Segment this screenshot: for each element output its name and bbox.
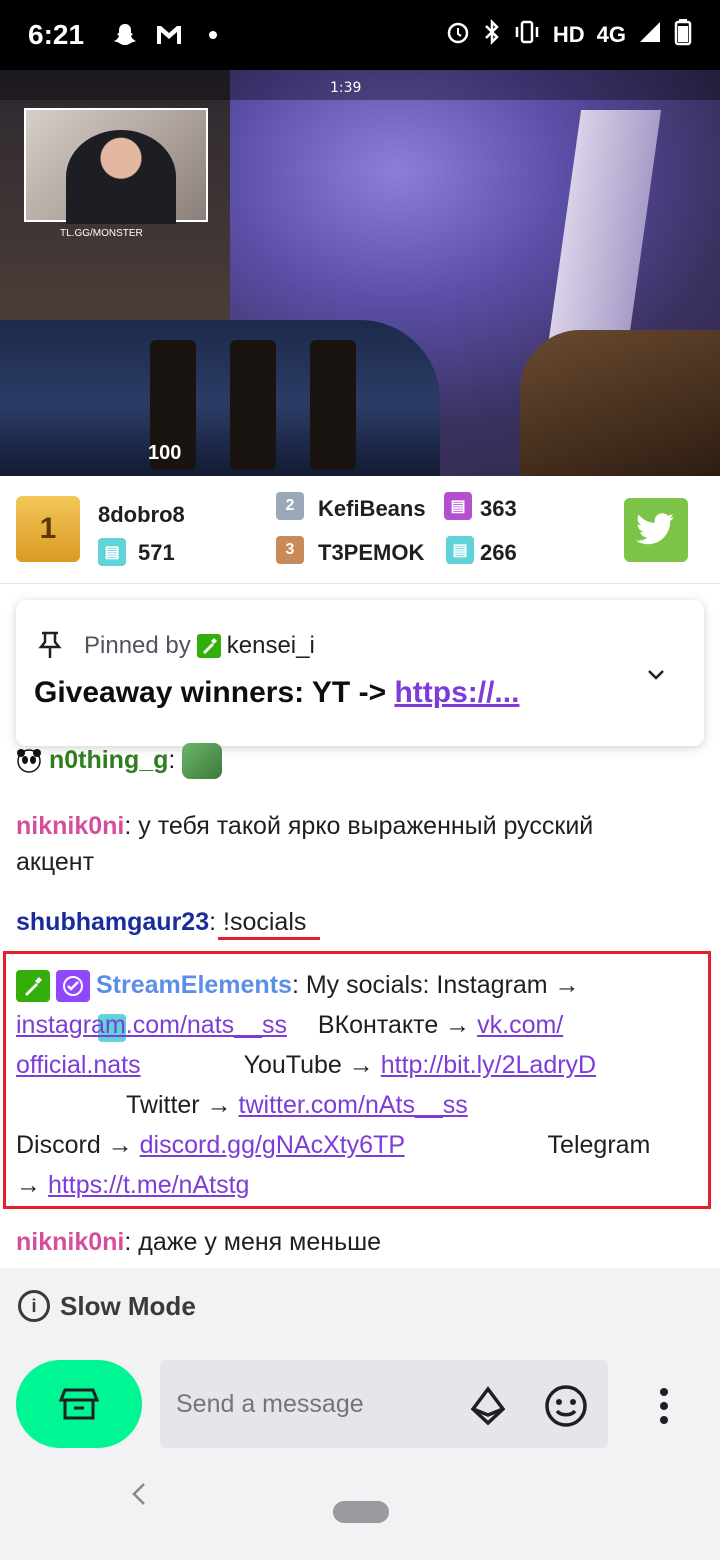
- bits-leaderboard: 1 8dobro8 ▤ 571 2 KefiBeans ▤ 363 3 T3PE…: [0, 476, 720, 1042]
- game-health: 100: [148, 442, 182, 464]
- chat-text: акцент: [16, 848, 95, 876]
- pinned-by: Pinned by kensei_i: [84, 632, 315, 660]
- pinned-message-card[interactable]: Pinned by kensei_i Giveaway winners: YT …: [16, 600, 704, 746]
- youtube-label: YouTube →: [243, 1051, 374, 1079]
- game-round-clock: 1:39: [330, 80, 362, 96]
- signal-icon: [638, 20, 662, 50]
- verified-bot-badge-icon: [56, 970, 90, 1003]
- gift-icon: ▤: [444, 492, 472, 520]
- youtube-link[interactable]: http://bit.ly/2LadryD: [381, 1051, 596, 1079]
- leader-3-name: T3PEMOK: [318, 540, 425, 565]
- vibrate-icon: [513, 19, 541, 51]
- rank-2-number: 2: [285, 497, 295, 514]
- bits-icon[interactable]: [468, 1386, 508, 1426]
- leader-1-name: 8dobro8: [98, 502, 185, 527]
- vk-label: ВКонтакте →: [317, 1011, 471, 1039]
- video-scene-arm: [0, 320, 440, 476]
- highlight-underline: [218, 937, 320, 940]
- chat-username[interactable]: n0thing_g: [49, 746, 168, 774]
- video-scene-band: [230, 340, 276, 470]
- emote-icon[interactable]: [544, 1384, 588, 1428]
- chevron-down-icon[interactable]: [644, 662, 668, 686]
- chat-username[interactable]: StreamElements: [96, 971, 292, 999]
- pinned-message-link[interactable]: https://...: [394, 676, 519, 709]
- rank-3-number: 3: [285, 541, 295, 558]
- chat-separator: :: [168, 746, 176, 774]
- twitter-button[interactable]: [624, 498, 688, 562]
- gift-rank-1-icon: 1: [16, 496, 80, 562]
- gift-icon: ▤: [446, 536, 474, 564]
- vk-link-continued[interactable]: official.nats: [16, 1051, 141, 1079]
- discord-label: Discord →: [16, 1131, 133, 1159]
- panda-badge-icon: [16, 748, 42, 774]
- store-icon: [59, 1388, 99, 1420]
- chat-text: My socials: Instagram →: [298, 971, 580, 999]
- streamer-figure: [66, 130, 176, 224]
- telegram-arrow: →: [16, 1171, 41, 1199]
- network-type: HD: [552, 22, 585, 47]
- gmail-icon: [154, 20, 184, 50]
- chat-text: !socials: [216, 908, 307, 936]
- home-pill[interactable]: [333, 1501, 389, 1523]
- pinner-username[interactable]: kensei_i: [227, 632, 315, 660]
- back-icon[interactable]: [128, 1480, 152, 1505]
- snapchat-icon: [110, 20, 140, 50]
- pinned-message-text: Giveaway winners: YT -> https://...: [34, 676, 519, 710]
- chat-separator: :: [291, 971, 299, 999]
- gift-rank-3-icon: 3: [276, 536, 304, 564]
- chat-message: n0thing_g:: [16, 742, 223, 780]
- signal-type: 4G: [596, 22, 626, 47]
- telegram-link[interactable]: https://t.me/nAtstg: [48, 1171, 249, 1199]
- pinned-by-label: Pinned by: [84, 632, 191, 659]
- telegram-label: Telegram: [547, 1131, 651, 1159]
- pin-icon: [36, 630, 64, 660]
- battery-icon: [674, 18, 692, 52]
- slow-mode-label: Slow Mode: [60, 1290, 196, 1321]
- chat-message: niknik0ni: у тебя такой ярко выраженный …: [16, 808, 593, 880]
- pepe-emote-icon: [182, 743, 223, 780]
- status-bar: 6:21 HD 4G: [0, 0, 720, 70]
- twitter-label: Twitter →: [126, 1091, 232, 1119]
- chat-text: даже у меня меньше: [131, 1228, 382, 1256]
- slow-mode-indicator: i Slow Mode: [18, 1290, 196, 1322]
- bluetooth-icon: [483, 18, 501, 51]
- chat-username[interactable]: shubhamgaur23: [16, 908, 209, 936]
- leader-3-count: 266: [480, 540, 517, 565]
- rank-1-number: 1: [39, 512, 57, 545]
- twitter-link[interactable]: twitter.com/nAts__ss: [239, 1091, 468, 1119]
- video-scene-band: [310, 340, 356, 470]
- info-icon: i: [18, 1290, 50, 1322]
- chat-username[interactable]: niknik0ni: [16, 1228, 124, 1256]
- twitter-icon: [636, 513, 674, 545]
- streamer-webcam: [24, 108, 208, 224]
- sponsor-tag: TL.GG/MONSTER: [60, 228, 143, 239]
- alarm-icon: [445, 19, 471, 51]
- leader-2-name: KefiBeans: [318, 496, 426, 521]
- video-player[interactable]: 1:39 TL.GG/MONSTER 100: [0, 70, 720, 476]
- moderator-badge-icon: [196, 634, 221, 658]
- chat-message-streamelements: StreamElements: My socials: Instagram → …: [16, 965, 696, 1205]
- moderator-badge-icon: [16, 970, 50, 1003]
- instagram-link[interactable]: instagram.com/nats__ss: [16, 1011, 287, 1039]
- video-scene-hand: [520, 330, 720, 476]
- discord-link[interactable]: discord.gg/gNAcXty6TP: [140, 1131, 405, 1159]
- chat-message: niknik0ni: даже у меня меньше: [16, 1224, 381, 1260]
- pinned-message-prefix: Giveaway winners: YT ->: [34, 676, 395, 709]
- vk-link[interactable]: vk.com/: [477, 1011, 563, 1039]
- chat-text: у тебя такой ярко выраженный русский: [131, 812, 594, 840]
- gift-icon: ▤: [98, 538, 126, 566]
- more-icon[interactable]: [652, 1384, 676, 1428]
- dot-icon: [198, 20, 228, 50]
- gift-rank-2-icon: 2: [276, 492, 304, 520]
- chat-message: shubhamgaur23: !socials: [16, 904, 306, 940]
- message-input[interactable]: [160, 1360, 608, 1448]
- store-button[interactable]: [16, 1360, 142, 1448]
- leader-1-count: 571: [138, 540, 175, 565]
- leader-2-count: 363: [480, 496, 517, 521]
- chat-username[interactable]: niknik0ni: [16, 812, 124, 840]
- status-time: 6:21: [28, 19, 85, 50]
